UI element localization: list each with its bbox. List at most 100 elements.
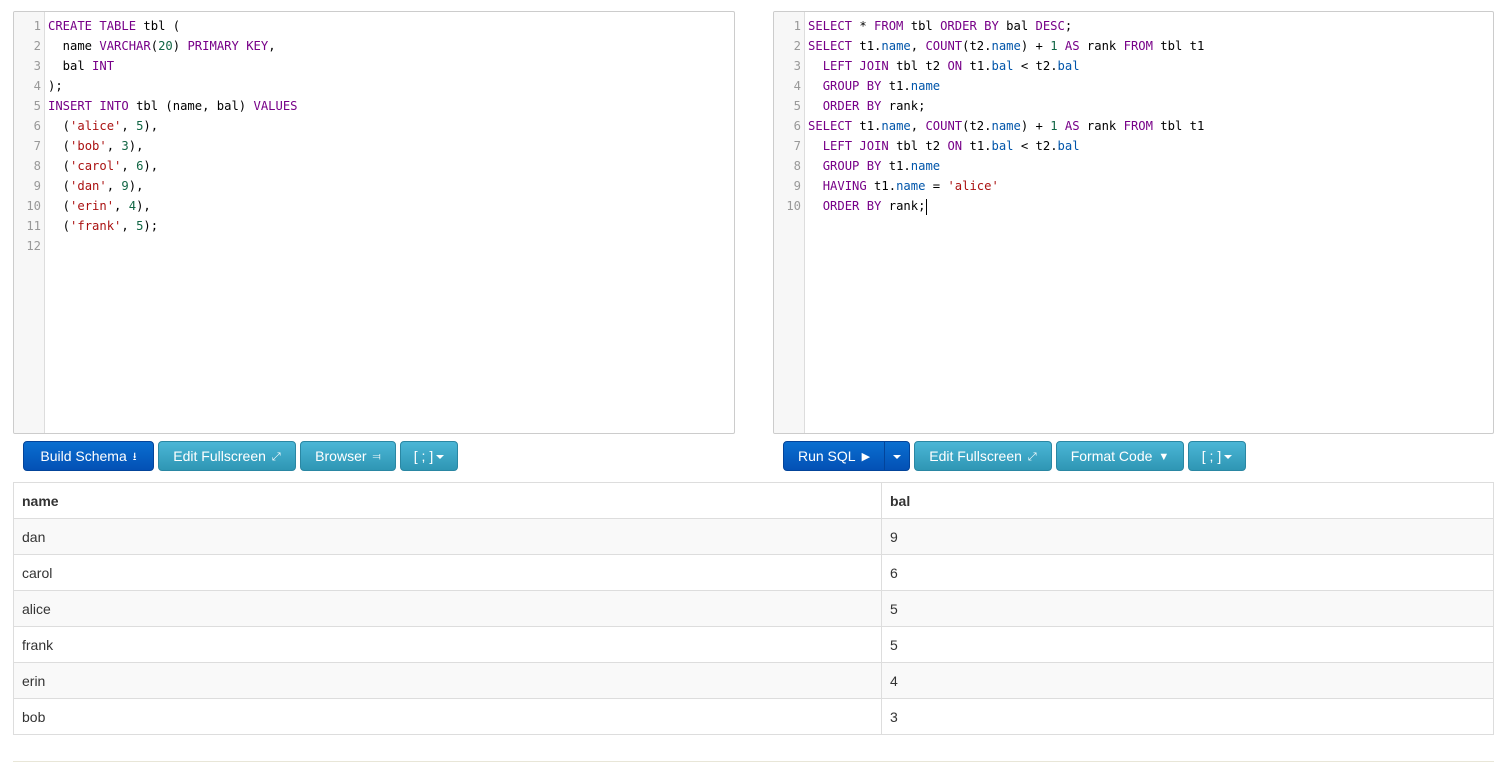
- edit-fullscreen-button[interactable]: Edit Fullscreen ⤢: [158, 441, 296, 471]
- run-sql-button[interactable]: Run SQL ▶: [783, 441, 885, 471]
- code-text: ('dan', 9),: [48, 179, 144, 193]
- download-icon: ⭳: [132, 451, 137, 464]
- line-number: 7: [793, 139, 801, 153]
- edit-fullscreen-label: Edit Fullscreen: [173, 448, 266, 464]
- line-number: 6: [33, 119, 41, 133]
- code-text: bal INT: [48, 59, 115, 73]
- table-cell: 5: [881, 590, 1494, 627]
- build-schema-label: Build Schema: [40, 448, 127, 464]
- table-cell: bob: [13, 698, 882, 735]
- code-line[interactable]: 1 SELECT * FROM tbl ORDER BY bal DESC;: [774, 16, 1493, 36]
- table-row: alice 5: [13, 590, 1494, 627]
- delimiter-dropdown[interactable]: [ ; ]: [400, 441, 458, 471]
- table-cell: carol: [13, 554, 882, 591]
- code-text: name VARCHAR(20) PRIMARY KEY,: [48, 39, 276, 53]
- code-line[interactable]: 2 SELECT t1.name, COUNT(t2.name) + 1 AS r…: [774, 36, 1493, 56]
- code-line[interactable]: 6 ('alice', 5),: [14, 116, 734, 136]
- code-line[interactable]: 3 bal INT: [14, 56, 734, 76]
- code-line[interactable]: 8 ('carol', 6),: [14, 156, 734, 176]
- browser-label: Browser: [315, 448, 367, 464]
- tree-icon: ⫤: [372, 451, 381, 464]
- play-icon: ▶: [861, 451, 871, 464]
- code-line[interactable]: 8 GROUP BY t1.name: [774, 156, 1493, 176]
- table-row: carol 6: [13, 554, 1494, 591]
- table-row: frank 5: [13, 626, 1494, 663]
- code-line[interactable]: 7 ('bob', 3),: [14, 136, 734, 156]
- line-number: 4: [793, 79, 801, 93]
- code-text: SELECT t1.name, COUNT(t2.name) + 1 AS ra…: [808, 119, 1205, 133]
- chevron-down-icon: [893, 455, 901, 460]
- table-cell: alice: [13, 590, 882, 627]
- delimiter-dropdown[interactable]: [ ; ]: [1188, 441, 1246, 471]
- line-number: 7: [33, 139, 41, 153]
- code-text: GROUP BY t1.name: [822, 79, 941, 93]
- code-text: SELECT t1.name, COUNT(t2.name) + 1 AS ra…: [808, 39, 1205, 53]
- code-text: LEFT JOIN tbl t2 ON t1.bal < t2.bal: [822, 59, 1080, 73]
- expand-icon: ⤢: [271, 451, 281, 464]
- code-text: );: [48, 79, 63, 93]
- code-line[interactable]: 6 SELECT t1.name, COUNT(t2.name) + 1 AS r…: [774, 116, 1493, 136]
- run-sql-dropdown-toggle[interactable]: [884, 441, 910, 471]
- edit-fullscreen-button[interactable]: Edit Fullscreen ⤢: [914, 441, 1052, 471]
- schema-editor[interactable]: 1 CREATE TABLE tbl (2 name VARCHAR(20) PR…: [13, 11, 735, 434]
- code-line[interactable]: 2 name VARCHAR(20) PRIMARY KEY,: [14, 36, 734, 56]
- code-text: ('bob', 3),: [48, 139, 144, 153]
- delimiter-label: [ ; ]: [413, 448, 434, 464]
- line-number: 3: [33, 59, 41, 73]
- table-cell: erin: [13, 662, 882, 699]
- results-table: name bal dan 9 carol 6 alice 5 frank 5 erin 4 bob 3: [13, 482, 1494, 735]
- line-number: 10: [26, 199, 41, 213]
- schema-code[interactable]: 1 CREATE TABLE tbl (2 name VARCHAR(20) PR…: [14, 16, 734, 256]
- code-line[interactable]: 4);: [14, 76, 734, 96]
- format-code-button[interactable]: Format Code ▼: [1056, 441, 1184, 471]
- build-schema-button[interactable]: Build Schema ⭳: [23, 441, 154, 471]
- code-line[interactable]: 7 LEFT JOIN tbl t2 ON t1.bal < t2.bal: [774, 136, 1493, 156]
- results-header-row: name bal: [13, 482, 1494, 519]
- table-cell: 6: [881, 554, 1494, 591]
- format-code-label: Format Code: [1070, 448, 1153, 464]
- table-row: dan 9: [13, 518, 1494, 555]
- code-line[interactable]: 4 GROUP BY t1.name: [774, 76, 1493, 96]
- edit-fullscreen-label: Edit Fullscreen: [929, 448, 1022, 464]
- code-line[interactable]: 10 ('erin', 4),: [14, 196, 734, 216]
- code-line[interactable]: 5 ORDER BY rank;: [774, 96, 1493, 116]
- table-cell: dan: [13, 518, 882, 555]
- line-number: 11: [26, 219, 41, 233]
- browser-button[interactable]: Browser ⫤: [300, 441, 396, 471]
- code-text: ('carol', 6),: [48, 159, 159, 173]
- line-number: 3: [793, 59, 801, 73]
- table-cell: 5: [881, 626, 1494, 663]
- line-number: 4: [33, 79, 41, 93]
- code-text: ('erin', 4),: [48, 199, 151, 213]
- code-line[interactable]: 11 ('frank', 5);: [14, 216, 734, 236]
- table-cell: 9: [881, 518, 1494, 555]
- delimiter-label: [ ; ]: [1201, 448, 1222, 464]
- table-row: erin 4: [13, 662, 1494, 699]
- code-text: LEFT JOIN tbl t2 ON t1.bal < t2.bal: [822, 139, 1080, 153]
- table-cell: 4: [881, 662, 1494, 699]
- code-line[interactable]: 5 INSERT INTO tbl (name, bal) VALUES: [14, 96, 734, 116]
- code-line[interactable]: 12: [14, 236, 734, 256]
- line-number: 8: [33, 159, 41, 173]
- code-text: HAVING t1.name = 'alice': [822, 179, 999, 193]
- chevron-down-icon: [436, 455, 445, 460]
- line-number: 5: [793, 99, 801, 113]
- code-line[interactable]: 3 LEFT JOIN tbl t2 ON t1.bal < t2.bal: [774, 56, 1493, 76]
- code-text: ORDER BY rank;: [822, 198, 928, 215]
- line-number: 2: [33, 39, 41, 53]
- query-code[interactable]: 1 SELECT * FROM tbl ORDER BY bal DESC; 2 SE…: [774, 16, 1493, 216]
- line-number: 9: [33, 179, 41, 193]
- code-line[interactable]: 9 ('dan', 9),: [14, 176, 734, 196]
- line-number: 1: [793, 19, 801, 33]
- code-text: ('frank', 5);: [48, 219, 159, 233]
- line-number: 5: [33, 99, 41, 113]
- code-line[interactable]: 10 ORDER BY rank;: [774, 196, 1493, 216]
- line-number: 6: [793, 119, 801, 133]
- code-line[interactable]: 9 HAVING t1.name = 'alice': [774, 176, 1493, 196]
- code-text: CREATE TABLE tbl (: [48, 19, 181, 33]
- code-text: INSERT INTO tbl (name, bal) VALUES: [48, 99, 298, 113]
- code-line[interactable]: 1 CREATE TABLE tbl (: [14, 16, 734, 36]
- query-editor[interactable]: 1 SELECT * FROM tbl ORDER BY bal DESC; 2 SE…: [773, 11, 1494, 434]
- footer-divider: [13, 761, 1494, 762]
- filter-icon: ▼: [1158, 451, 1170, 464]
